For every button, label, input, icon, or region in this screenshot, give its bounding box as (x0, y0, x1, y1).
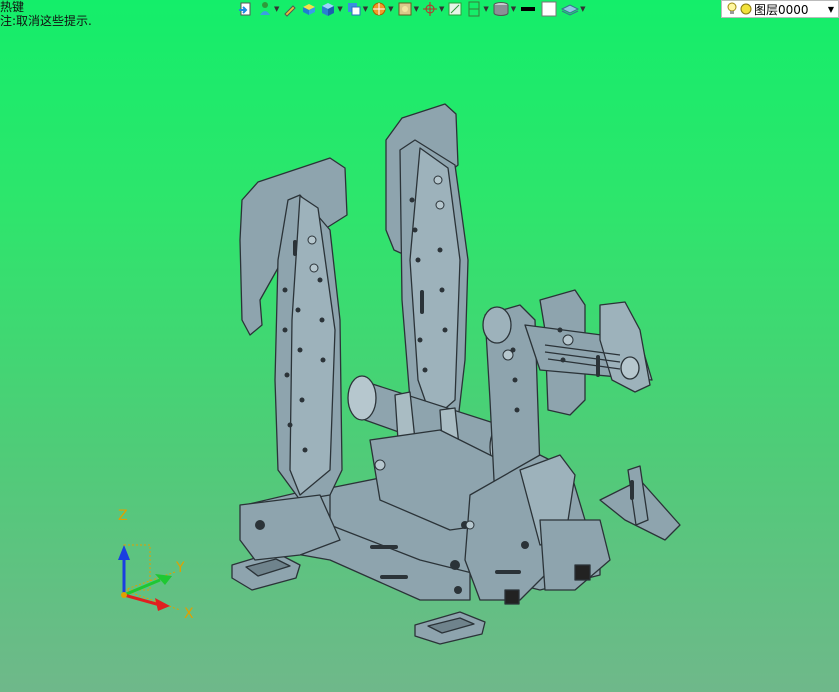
x-axis (123, 593, 170, 611)
z-axis (118, 545, 130, 595)
y-axis (123, 574, 172, 597)
axis-triad (118, 544, 181, 611)
y-axis-label: Y (176, 560, 185, 576)
x-axis-label: X (184, 606, 194, 622)
3d-viewport[interactable]: 热键 注:取消这些提示. ▼ ▼ ▼ ▼ ▼ ▼ ▼ ▼ ▼ 图层0000 ▼ … (0, 0, 839, 692)
z-axis-label: Z (118, 508, 128, 524)
